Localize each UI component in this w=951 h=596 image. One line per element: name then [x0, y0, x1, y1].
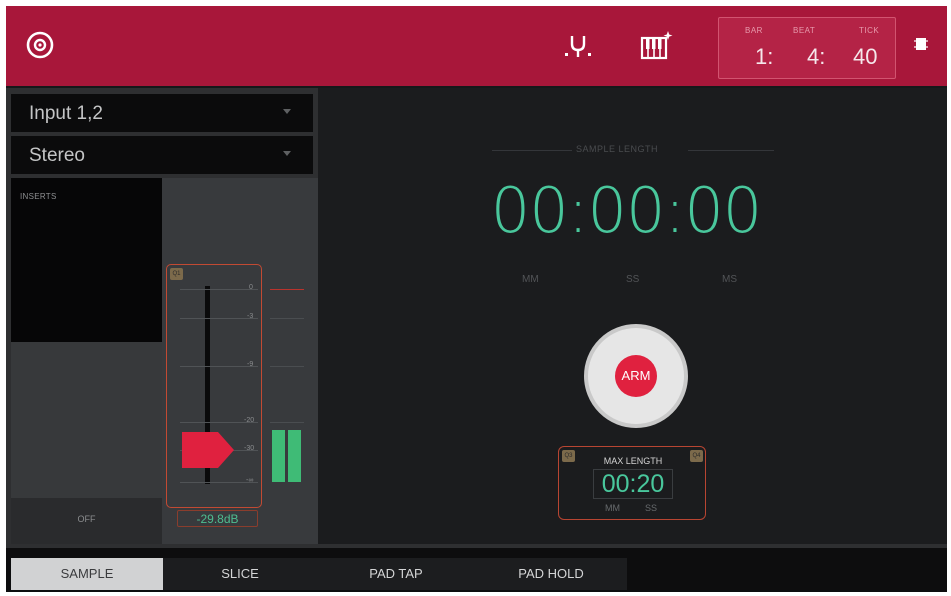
channel-mode-dropdown[interactable]: Stereo [11, 136, 313, 174]
gain-readout-box: -29.8dB [177, 510, 258, 527]
disc-record-icon[interactable] [25, 30, 55, 60]
menu-grip-icon[interactable] [914, 36, 928, 52]
keyboard-sparkle-icon[interactable] [636, 28, 676, 64]
meter-line [270, 366, 304, 367]
unit-ss: SS [626, 274, 640, 285]
top-bar: BAR BEAT TICK 1: 4: 40 [6, 6, 947, 86]
unit-mm: MM [522, 274, 539, 285]
max-length-value[interactable]: 00:20 [593, 469, 673, 499]
scale-label: -∞ [246, 477, 254, 484]
fader-tick [180, 289, 258, 290]
bar-label: BAR [745, 26, 763, 35]
mode-tab-bar: SAMPLE SLICE PAD TAP PAD HOLD [6, 548, 947, 592]
max-length-label: MAX LENGTH [603, 456, 663, 466]
divider-line [492, 150, 572, 151]
input-source-value: Input 1,2 [29, 103, 103, 124]
channel-mode-value: Stereo [29, 145, 85, 166]
arm-label: ARM [621, 368, 651, 383]
scale-label: -30 [244, 445, 255, 452]
transport-position[interactable]: BAR BEAT TICK 1: 4: 40 [718, 17, 896, 79]
tick-label: TICK [859, 26, 880, 35]
chevron-down-icon [283, 109, 291, 114]
monitor-off-button[interactable]: OFF [11, 498, 162, 544]
gain-fader-frame [166, 264, 262, 508]
inserts-label: INSERTS [20, 192, 57, 201]
beat-label: BEAT [793, 26, 816, 35]
scale-label: -3 [247, 313, 254, 320]
q3-knob-tag: Q3 [562, 450, 575, 462]
scale-label: -9 [247, 361, 254, 368]
meter-line [270, 318, 304, 319]
sample-length-time: 00:00:00 [490, 174, 762, 247]
level-meter-right [288, 430, 301, 482]
inserts-panel[interactable]: INSERTS [11, 178, 162, 342]
fader-handle[interactable] [182, 432, 234, 468]
scale-label: -20 [244, 417, 255, 424]
chevron-down-icon [283, 151, 291, 156]
off-label: OFF [77, 514, 96, 524]
max-unit-mm: MM [605, 503, 620, 513]
level-meter-left [272, 430, 285, 482]
sampler-screen: BAR BEAT TICK 1: 4: 40 Input 1,2 Stereo … [6, 6, 947, 592]
max-length-control[interactable]: MAX LENGTH 00:20 MM SS [558, 446, 706, 520]
divider-line [688, 150, 774, 151]
tick-value: 40 [853, 44, 878, 69]
left-empty-area [11, 342, 162, 498]
bar-value: 1: [755, 44, 774, 69]
q1-knob-tag: Q1 [170, 268, 183, 280]
arm-button[interactable]: ARM [584, 324, 688, 428]
meter-clip-line [270, 289, 304, 290]
meter-line [270, 422, 304, 423]
beat-value: 4: [807, 44, 826, 69]
tab-sample[interactable]: SAMPLE [11, 558, 163, 590]
unit-ms: MS [722, 274, 737, 285]
tab-pad-tap[interactable]: PAD TAP [317, 558, 475, 590]
scale-label: 0 [249, 284, 253, 291]
input-source-dropdown[interactable]: Input 1,2 [11, 94, 313, 132]
input-monitor-icon[interactable] [558, 28, 598, 64]
gain-readout: -29.8dB [196, 512, 239, 526]
max-unit-ss: SS [645, 503, 658, 513]
tab-pad-hold[interactable]: PAD HOLD [475, 558, 627, 590]
tab-slice[interactable]: SLICE [163, 558, 317, 590]
arm-indicator: ARM [615, 355, 657, 397]
q4-knob-tag: Q4 [690, 450, 703, 462]
sample-length-label: SAMPLE LENGTH [576, 144, 659, 154]
